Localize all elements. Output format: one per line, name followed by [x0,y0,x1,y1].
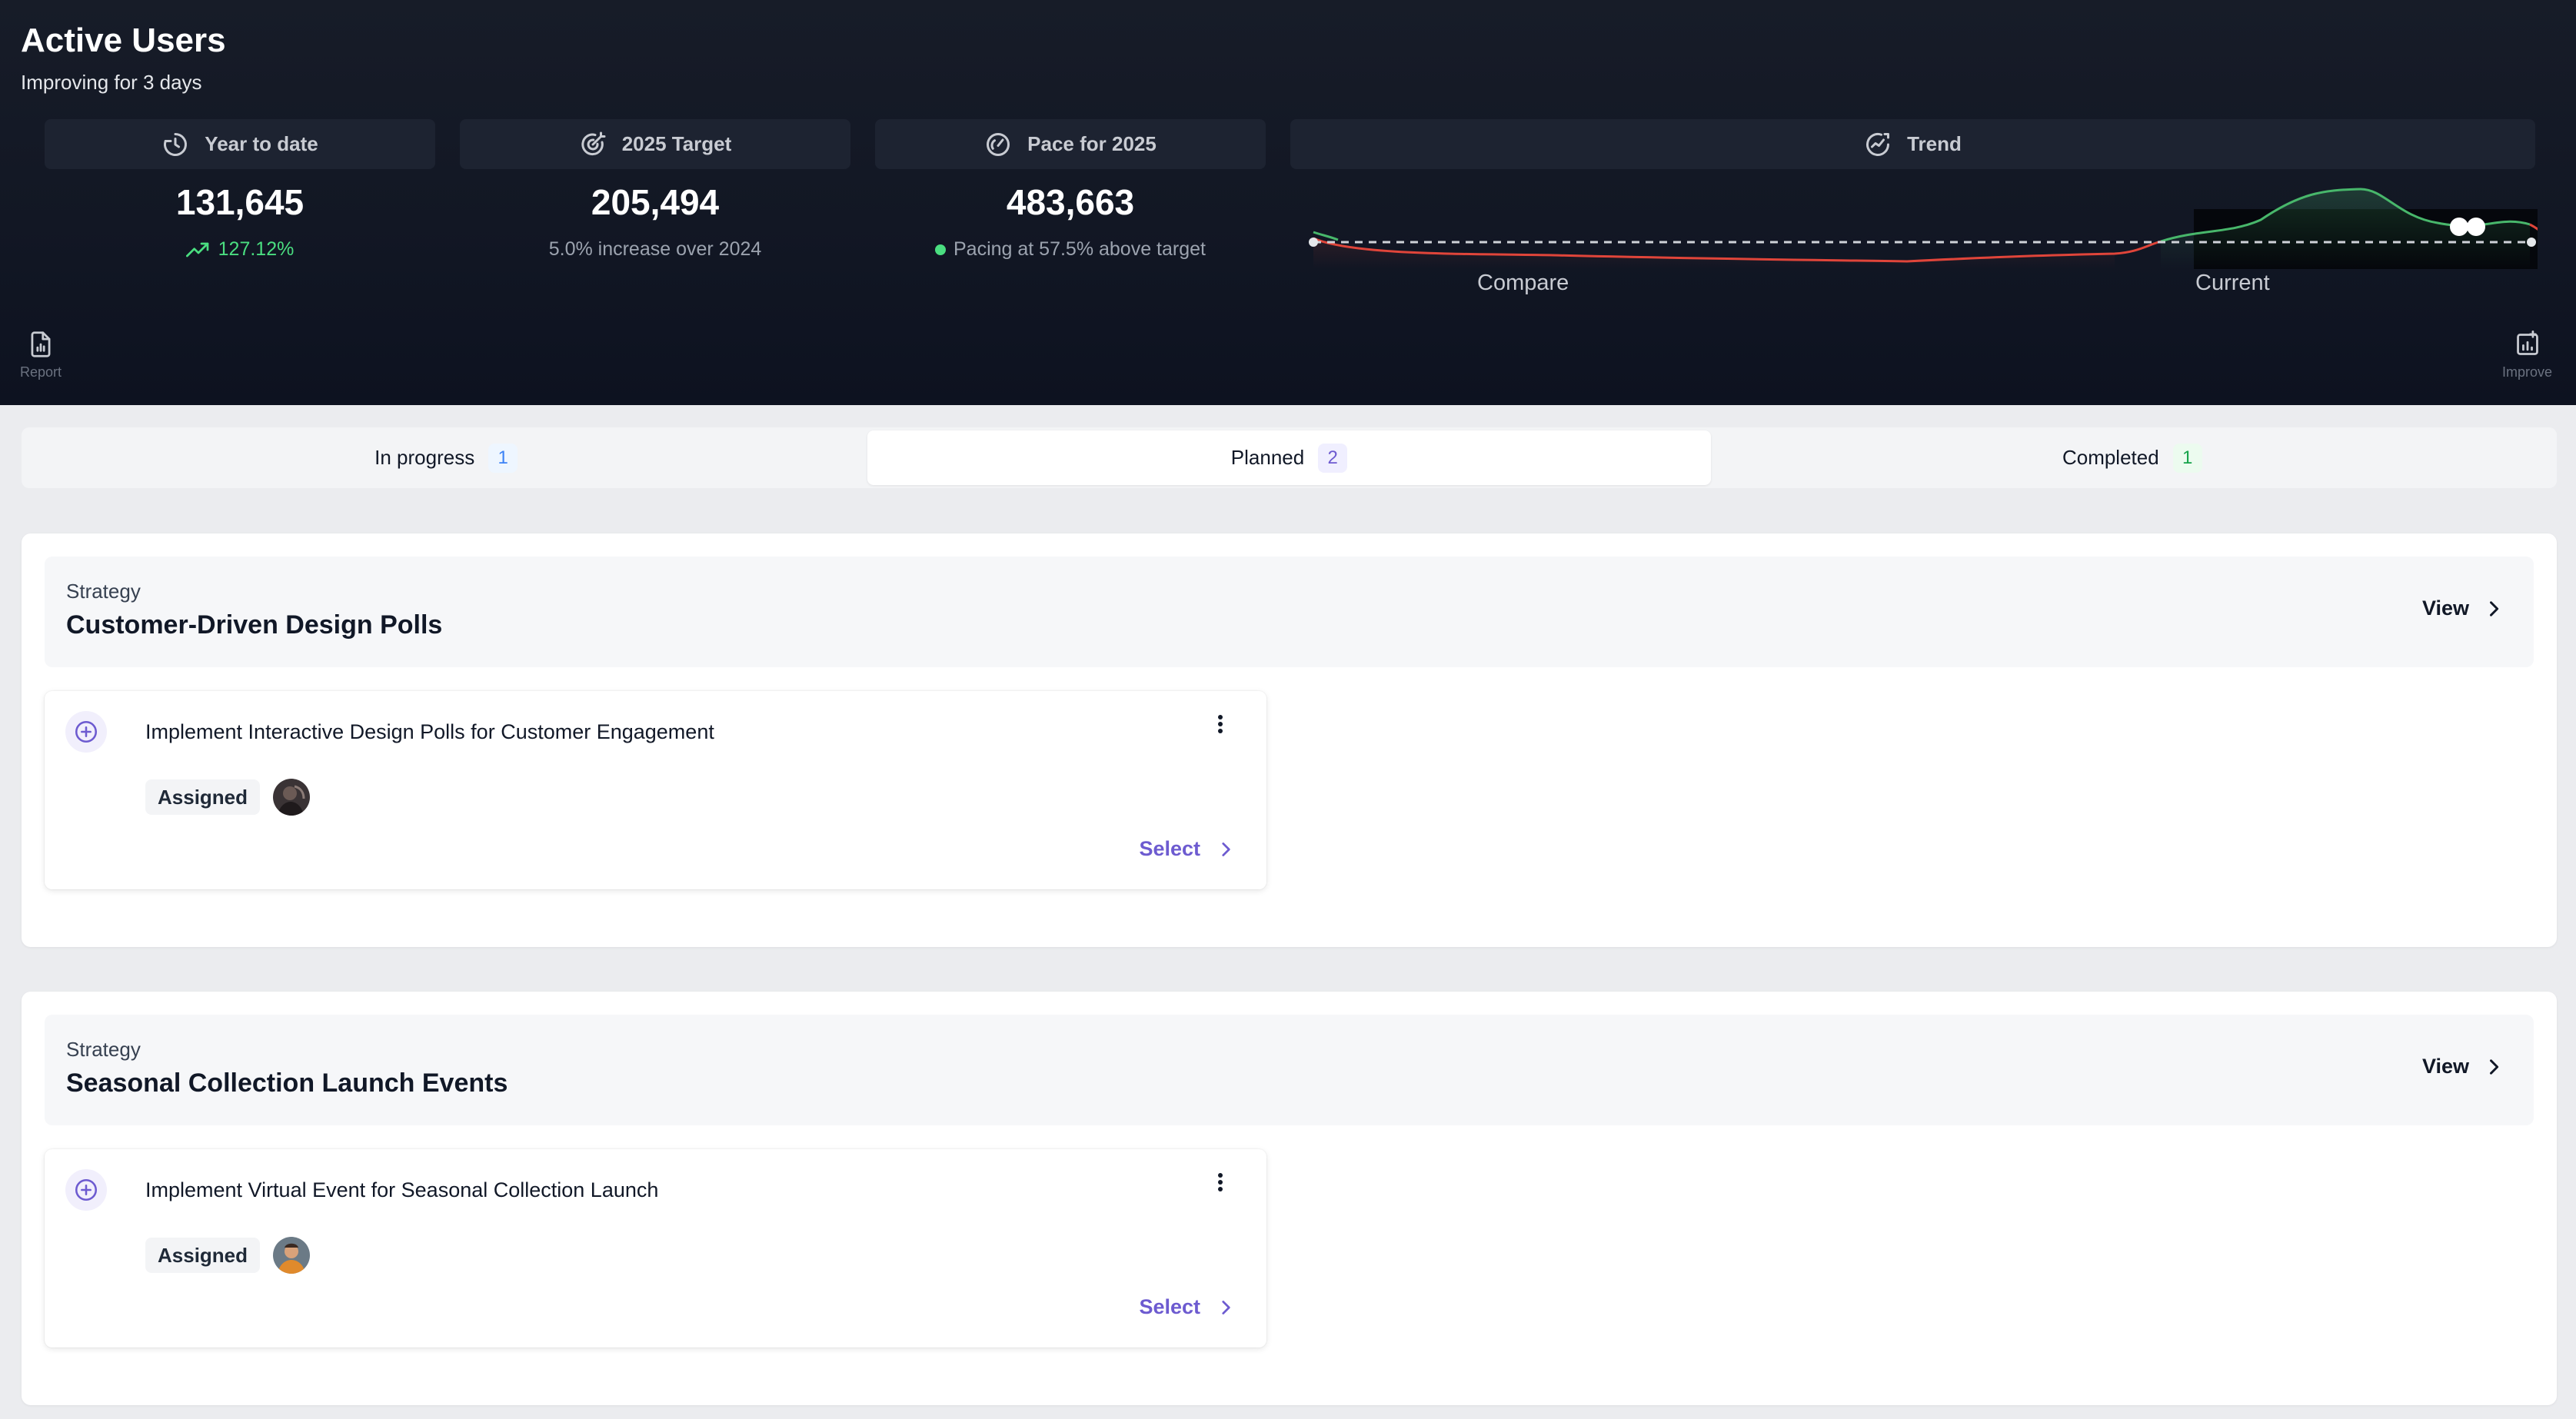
stat-label: Pace for 2025 [1027,132,1157,155]
tab-in-progress[interactable]: In progress 1 [25,430,867,485]
trending-up-icon [185,242,208,257]
select-task-button[interactable]: Select [1139,837,1236,861]
stat-value-pace: 483,663 [1006,182,1135,222]
view-label: View [2421,1055,2469,1078]
chevron-right-icon [1222,842,1230,856]
status-badge: Assigned [145,1238,261,1273]
metric-header: Active Users Improving for 3 days Year t… [0,0,2576,405]
chevron-right-icon [2490,1058,2499,1075]
strategy-title: Seasonal Collection Launch Events [66,1068,508,1098]
more-options-icon[interactable] [1213,713,1228,736]
report-file-icon [31,331,51,357]
status-badge: Assigned [145,779,261,815]
improve-chart-icon [2516,331,2538,355]
stat-label: 2025 Target [621,132,732,155]
stat-target-note-text: 5.0% increase over 2024 [548,238,762,260]
strategy-card: Strategy Seasonal Collection Launch Even… [22,992,2557,1405]
report-label: Report [20,364,62,380]
current-label: Current [2195,271,2270,295]
compare-label: Compare [1477,271,1569,295]
tab-label: Completed [2062,446,2159,469]
avatar[interactable] [273,1237,310,1274]
trend-card-header: Trend [1290,119,2535,169]
trend-label: Trend [1907,132,1962,155]
status-dot-icon [934,244,946,255]
page-title: Active Users [21,22,226,59]
gauge-icon [984,131,1012,158]
avatar[interactable] [273,779,310,816]
target-icon [579,131,607,158]
stat-value-year-to-date: 131,645 [175,182,305,222]
tab-label: In progress [374,446,475,469]
scrubber-handle-right[interactable] [2467,218,2485,236]
strategy-card: Strategy Customer-Driven Design Polls Vi… [22,533,2557,947]
task-title: Implement Virtual Event for Seasonal Col… [145,1178,659,1201]
stat-target-note: 5.0% increase over 2024 [460,238,850,261]
strategy-title: Customer-Driven Design Polls [66,610,443,640]
select-label: Select [1139,837,1200,860]
stat-change: 127.12% [45,238,435,261]
add-task-button[interactable] [65,711,107,753]
improve-label: Improve [2502,364,2553,380]
trend-chart-icon [1864,131,1892,158]
status-tabs: In progress 1 Planned 2 Completed 1 [22,427,2557,488]
add-task-button[interactable] [65,1169,107,1211]
tab-completed[interactable]: Completed 1 [1711,430,2554,485]
more-options-icon[interactable] [1213,1171,1228,1194]
scrubber-handle-left[interactable] [2450,218,2468,236]
task-card: Implement Interactive Design Polls for C… [45,691,1266,889]
task-card: Implement Virtual Event for Seasonal Col… [45,1149,1266,1348]
stat-pace-note: Pacing at 57.5% above target [875,238,1266,261]
report-button[interactable]: Report [20,331,62,381]
strategy-kicker: Strategy [66,580,141,603]
plus-circle-icon [75,1178,98,1201]
task-title: Implement Interactive Design Polls for C… [145,720,714,743]
plus-circle-icon [75,720,98,743]
tab-count-badge: 1 [488,443,518,473]
page-subtitle: Improving for 3 days [21,71,202,94]
end-point [2527,238,2536,247]
stat-change-value: 127.12% [218,238,295,260]
tab-label: Planned [1230,446,1305,469]
view-label: View [2421,597,2469,620]
select-label: Select [1139,1295,1200,1318]
improve-button[interactable]: Improve [2502,331,2552,381]
strategy-header: Strategy Seasonal Collection Launch Even… [45,1015,2534,1125]
start-point [1309,238,1318,247]
view-strategy-button[interactable]: View [2422,597,2504,620]
strategy-header: Strategy Customer-Driven Design Polls Vi… [45,557,2534,667]
tab-count-badge: 2 [1318,443,1348,473]
tab-planned[interactable]: Planned 2 [867,430,1711,485]
stat-value-target: 205,494 [591,182,720,222]
stat-card-target: 2025 Target [460,119,850,169]
stat-label: Year to date [205,132,318,155]
stat-card-year-to-date: Year to date [45,119,435,169]
clock-icon [161,131,189,158]
view-strategy-button[interactable]: View [2422,1055,2504,1078]
chevron-right-icon [1222,1300,1230,1314]
strategy-kicker: Strategy [66,1038,141,1061]
chevron-right-icon [2490,600,2499,616]
tab-count-badge: 1 [2172,443,2202,473]
stat-pace-note-text: Pacing at 57.5% above target [953,238,1206,260]
select-task-button[interactable]: Select [1139,1295,1236,1319]
stat-card-pace: Pace for 2025 [875,119,1266,169]
